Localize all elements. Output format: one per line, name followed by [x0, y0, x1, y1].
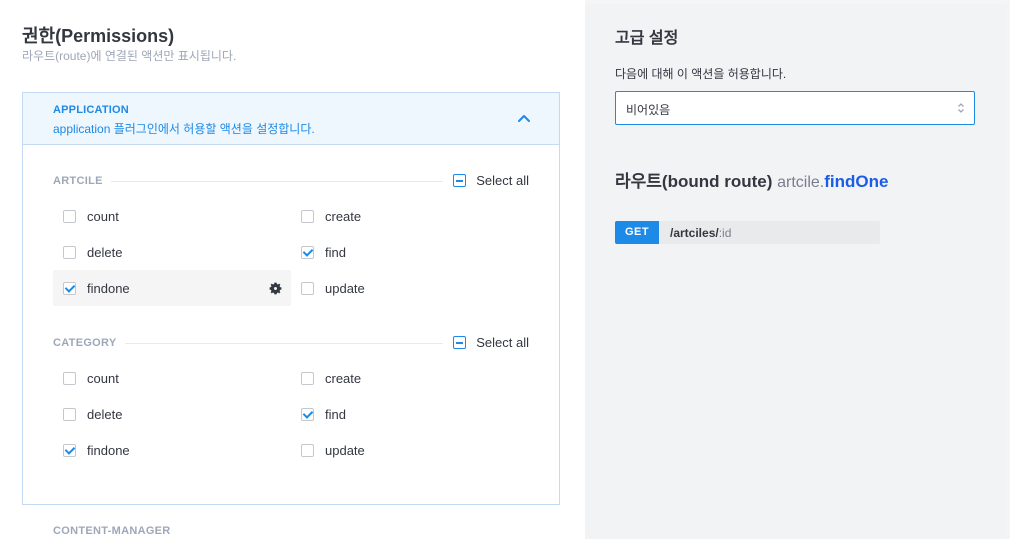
http-verb-badge: GET — [615, 221, 659, 244]
advanced-description: 다음에 대해 이 액션을 허용합니다. — [615, 67, 787, 81]
route-path-base: /artciles/ — [670, 226, 719, 240]
action-artcile-update[interactable]: update — [291, 270, 529, 306]
checkbox[interactable] — [301, 209, 314, 223]
action-artcile-create[interactable]: create — [291, 198, 529, 234]
route-controller: artcile. — [777, 174, 825, 191]
checkbox[interactable] — [63, 245, 76, 259]
action-label: findone — [87, 280, 130, 296]
checkbox[interactable] — [63, 407, 76, 421]
checkbox[interactable] — [301, 281, 314, 295]
plugin-description: application 플러그인에서 허용할 액션을 설정합니다. — [53, 122, 315, 136]
action-label: delete — [87, 406, 123, 422]
page-subtitle: 라우트(route)에 연결된 액션만 표시됩니다. — [22, 49, 237, 63]
checkbox[interactable] — [63, 209, 76, 223]
action-artcile-findone[interactable]: findone — [53, 270, 291, 306]
action-category-count[interactable]: count — [53, 360, 291, 396]
indeterminate-checkbox-icon[interactable] — [453, 336, 467, 349]
chevron-up-icon[interactable] — [517, 111, 531, 125]
action-artcile-find[interactable]: find — [291, 234, 529, 270]
action-label: delete — [87, 244, 123, 260]
plugin-content-manager-label[interactable]: CONTENT-MANAGER — [53, 525, 171, 537]
action-category-find[interactable]: find — [291, 396, 529, 432]
action-label: update — [325, 280, 365, 296]
plugin-application: APPLICATION application 플러그인에서 허용할 액션을 설… — [22, 92, 560, 505]
permissions-panel: 권한(Permissions) 라우트(route)에 연결된 액션만 표시됩니… — [0, 0, 585, 539]
action-label: update — [325, 442, 365, 458]
action-label: find — [325, 406, 346, 422]
action-category-findone[interactable]: findone — [53, 432, 291, 468]
section-label: ARTCILE — [53, 174, 111, 188]
checkbox-checked[interactable] — [301, 407, 314, 421]
checkbox[interactable] — [301, 371, 314, 385]
action-label: count — [87, 208, 119, 224]
route-path: /artciles/:id — [670, 226, 731, 240]
route-method: findOne — [824, 172, 889, 191]
route-display: GET /artciles/:id — [615, 221, 880, 244]
bound-route-title: 라우트(bound route) artcile.findOne — [615, 167, 888, 192]
checkbox-checked[interactable] — [301, 245, 314, 259]
advanced-title: 고급 설정 — [615, 30, 679, 47]
indeterminate-checkbox-icon[interactable] — [453, 174, 467, 187]
checkbox-checked[interactable] — [63, 443, 76, 457]
checkbox-checked[interactable] — [63, 281, 76, 295]
route-path-param: :id — [718, 226, 732, 240]
action-artcile-count[interactable]: count — [53, 198, 291, 234]
policy-select[interactable]: 비어있음 — [615, 91, 975, 125]
action-category-create[interactable]: create — [291, 360, 529, 396]
action-label: create — [325, 208, 362, 224]
action-label: count — [87, 370, 119, 386]
section-divider — [103, 181, 443, 182]
select-arrows-icon — [958, 103, 964, 113]
select-all-label: Select all — [476, 173, 529, 188]
section-divider — [121, 343, 443, 344]
select-all-category[interactable]: Select all — [453, 335, 529, 350]
policy-select-value: 비어있음 — [626, 103, 671, 117]
plugin-header[interactable]: APPLICATION application 플러그인에서 허용할 액션을 설… — [23, 93, 559, 145]
plugin-name: APPLICATION — [53, 104, 129, 116]
action-label: create — [325, 370, 362, 386]
advanced-settings-panel: 고급 설정 다음에 대해 이 액션을 허용합니다. 비어있음 라우트(bound… — [585, 4, 1007, 539]
action-category-delete[interactable]: delete — [53, 396, 291, 432]
action-artcile-delete[interactable]: delete — [53, 234, 291, 270]
select-all-label: Select all — [476, 335, 529, 350]
action-label: findone — [87, 442, 130, 458]
gear-icon[interactable] — [268, 281, 283, 296]
checkbox[interactable] — [63, 371, 76, 385]
action-category-update[interactable]: update — [291, 432, 529, 468]
select-all-artcile[interactable]: Select all — [453, 173, 529, 188]
bound-route-label: 라우트(bound route) — [615, 172, 773, 191]
checkbox[interactable] — [301, 443, 314, 457]
section-label: CATEGORY — [53, 336, 125, 350]
action-label: find — [325, 244, 346, 260]
page-title: 권한(Permissions) — [22, 26, 175, 46]
